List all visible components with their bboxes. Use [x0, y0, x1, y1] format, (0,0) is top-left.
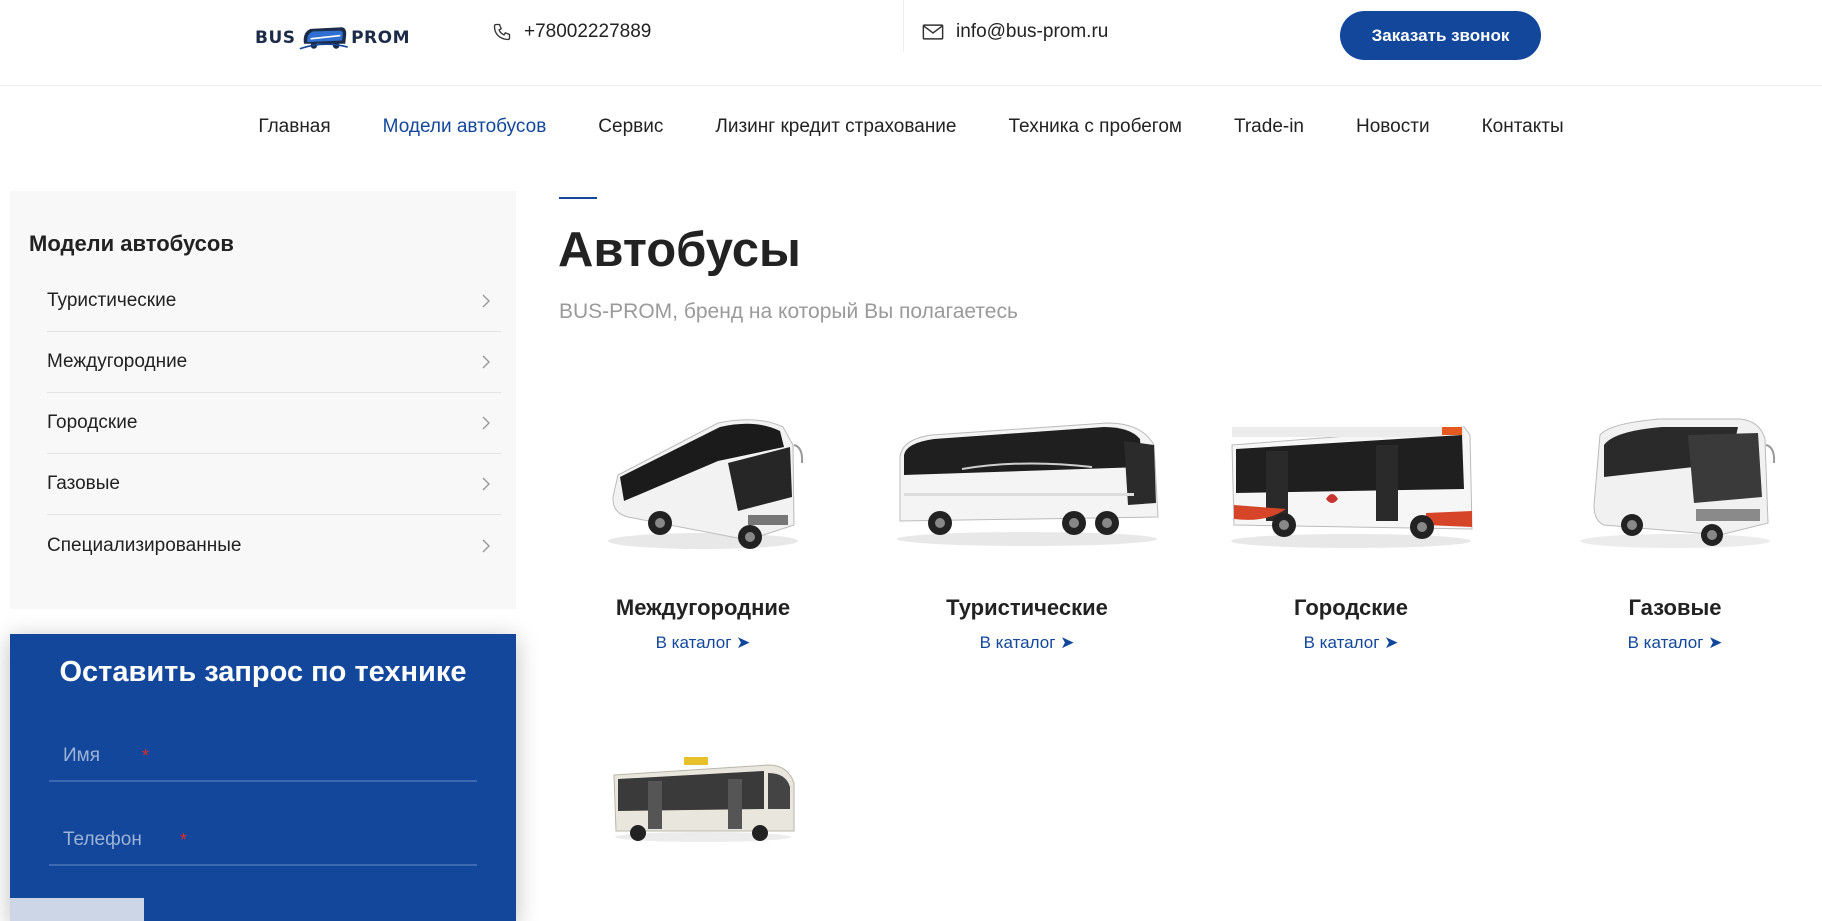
sidebar-item-tourist[interactable]: Туристические [47, 271, 501, 332]
catalog-link[interactable]: В каталог ➤ [1304, 633, 1399, 653]
sidebar-item-intercity[interactable]: Междугородние [47, 332, 501, 393]
form-title: Оставить запрос по технике [59, 656, 467, 688]
sidebar-list: Туристические Междугородние Городские Га… [47, 271, 501, 576]
email-contact[interactable]: info@bus-prom.ru [922, 18, 1108, 46]
main-nav: Главная Модели автобусов Сервис Лизинг к… [0, 110, 1822, 146]
phone-field[interactable] [63, 829, 477, 851]
required-mark: * [142, 745, 150, 766]
phone-field-wrapper: * [49, 816, 477, 866]
catalog-link[interactable]: В каталог ➤ [980, 633, 1075, 653]
name-field-wrapper: * [49, 732, 477, 782]
nav-item-service[interactable]: Сервис [572, 110, 689, 146]
sidebar-title: Модели автобусов [29, 231, 234, 256]
required-mark: * [180, 829, 188, 850]
phone-number[interactable]: +78002227889 [524, 21, 651, 43]
chevron-right-icon [482, 539, 490, 552]
logo-text-left: BUS [255, 28, 296, 48]
chevron-right-icon [482, 294, 490, 308]
title-accent-line [559, 197, 597, 199]
card-title: Туристические [946, 595, 1108, 620]
intercity-bus-image [608, 419, 804, 549]
sidebar-item-city[interactable]: Городские [47, 393, 501, 454]
bus-logo-icon [299, 27, 348, 50]
request-call-button[interactable]: Заказать звонок [1340, 11, 1541, 60]
tourist-bus-image [897, 422, 1159, 546]
sidebar-item-label: Междугородние [47, 351, 188, 372]
catalog-link[interactable]: В каталог ➤ [656, 633, 751, 653]
mail-icon [922, 24, 944, 40]
catalog-card-intercity: Междугородние В каталог ➤ [553, 405, 853, 653]
chevron-right-icon [482, 355, 490, 369]
chevron-right-icon [482, 477, 490, 491]
catalog-card-gas: Газовые В каталог ➤ [1525, 405, 1822, 653]
catalog-card-city: Городские В каталог ➤ [1201, 405, 1501, 653]
city-bus-image [1231, 426, 1473, 548]
nav-item-leasing[interactable]: Лизинг кредит страхование [689, 110, 982, 146]
catalog-link[interactable]: В каталог ➤ [1628, 633, 1723, 653]
card-title: Междугородние [615, 595, 791, 620]
card-title: Газовые [1628, 595, 1722, 620]
catalog-card-tourist: Туристические В каталог ➤ [877, 405, 1177, 653]
logo-text-right: PROM [351, 28, 410, 48]
nav-item-news[interactable]: Новости [1330, 110, 1456, 146]
phone-icon [493, 23, 511, 41]
name-field[interactable] [63, 745, 477, 767]
sidebar-item-label: Туристические [47, 290, 177, 311]
sidebar-item-specialized[interactable]: Специализированные [47, 515, 501, 576]
nav-item-bus-models[interactable]: Модели автобусов [357, 110, 573, 146]
nav-item-used-vehicles[interactable]: Техника с пробегом [983, 110, 1208, 146]
email-address[interactable]: info@bus-prom.ru [956, 21, 1108, 43]
page-subtitle: BUS-PROM, бренд на который Вы полагаетес… [559, 300, 1018, 323]
header-divider [903, 0, 904, 52]
sidebar-item-label: Газовые [47, 473, 120, 494]
phone-contact[interactable]: +78002227889 [492, 18, 651, 46]
sidebar-item-label: Городские [47, 412, 138, 433]
sidebar: Модели автобусов Туристические Междугоро… [10, 191, 516, 609]
chevron-right-icon [482, 416, 490, 430]
cookie-widget[interactable] [10, 898, 144, 921]
gas-bus-image [1580, 418, 1776, 548]
top-bar: BUS PROM +78002227889 info@bus-prom.ru З… [0, 0, 1822, 86]
sidebar-item-gas[interactable]: Газовые [47, 454, 501, 515]
catalog-card-specialized [553, 755, 853, 845]
sidebar-item-label: Специализированные [47, 534, 242, 556]
card-title: Городские [1293, 595, 1409, 620]
nav-item-contacts[interactable]: Контакты [1456, 110, 1590, 146]
page-title: Автобусы [558, 223, 801, 277]
nav-item-home[interactable]: Главная [232, 110, 356, 146]
airport-bus-image [613, 757, 795, 842]
request-form: Оставить запрос по технике * * [10, 634, 516, 921]
logo[interactable]: BUS PROM [255, 18, 410, 58]
nav-item-trade-in[interactable]: Trade-in [1208, 110, 1330, 146]
